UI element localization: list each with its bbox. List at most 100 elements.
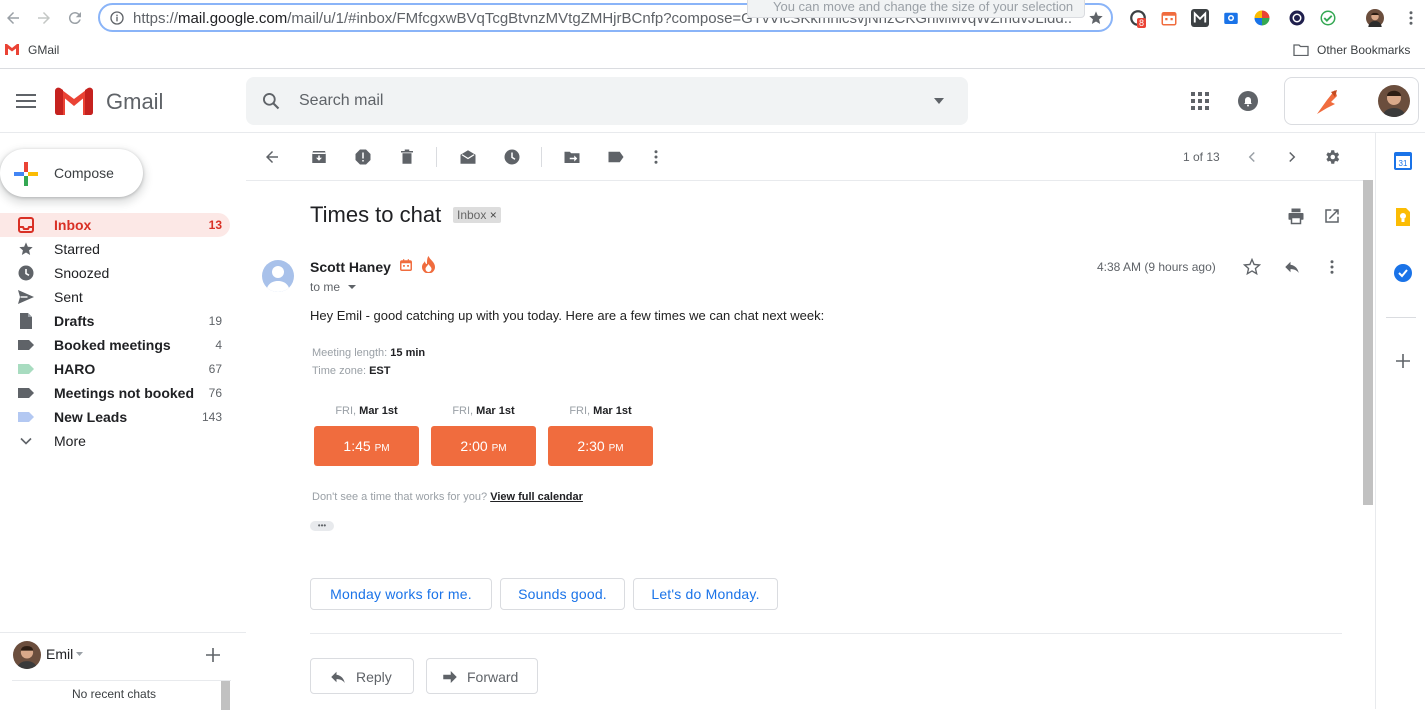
more-options-icon[interactable]	[647, 148, 665, 166]
chat-status-dropdown-icon[interactable]	[76, 652, 83, 656]
open-new-window-icon[interactable]	[1323, 207, 1341, 225]
search-options-icon[interactable]	[934, 98, 944, 104]
view-full-calendar-link[interactable]: View full calendar	[490, 491, 583, 503]
sidebar-item-more[interactable]: More	[0, 429, 230, 453]
move-to-icon[interactable]	[563, 148, 581, 166]
app-name[interactable]: Gmail	[106, 89, 163, 115]
calendar-prompt-row: Don't see a time that works for you? Vie…	[312, 491, 583, 503]
folder-icon	[1293, 43, 1309, 56]
bookmark-gmail[interactable]: GMail	[28, 43, 59, 57]
forward-arrow-icon[interactable]	[35, 9, 53, 27]
sidebar-item-label: New Leads	[54, 409, 128, 425]
account-switcher[interactable]	[1284, 77, 1419, 125]
reload-icon[interactable]	[66, 9, 84, 27]
pagination-text: 1 of 13	[1183, 150, 1220, 164]
account-avatar[interactable]	[1378, 85, 1410, 117]
compose-plus-icon	[14, 162, 38, 186]
archive-icon[interactable]	[310, 148, 328, 166]
slot-time: 1:45	[343, 438, 371, 454]
meeting-length-row: Meeting length: 15 min	[312, 347, 425, 359]
recipient-details-icon[interactable]	[348, 285, 356, 289]
mark-unread-icon[interactable]	[459, 148, 477, 166]
sidebar-item-label: Starred	[54, 241, 100, 257]
chat-avatar[interactable]	[13, 641, 41, 669]
star-outline-icon[interactable]	[1243, 258, 1261, 276]
back-arrow-icon[interactable]	[4, 9, 22, 27]
dark-circle-extension-icon[interactable]	[1288, 9, 1306, 27]
time-slot-button[interactable]: 2:30 PM	[548, 426, 653, 466]
remove-label-icon[interactable]: ×	[490, 208, 497, 222]
info-icon[interactable]	[109, 10, 125, 26]
sidebar-item-meetings-not-booked[interactable]: Meetings not booked 76	[0, 381, 230, 405]
print-icon[interactable]	[1287, 207, 1305, 225]
back-to-inbox-icon[interactable]	[263, 148, 281, 166]
star-icon	[18, 241, 34, 257]
older-chevron-icon[interactable]	[1283, 148, 1301, 166]
search-box[interactable]: Search mail	[246, 77, 968, 125]
forward-button[interactable]: Forward	[426, 658, 538, 694]
check-extension-icon[interactable]	[1319, 9, 1337, 27]
extension-icon[interactable]: 8	[1129, 9, 1147, 28]
color-wheel-extension-icon[interactable]	[1253, 9, 1271, 27]
label-icon	[18, 361, 34, 377]
sidebar-item-inbox[interactable]: Inbox 13	[0, 213, 230, 237]
apps-grid-icon[interactable]	[1190, 91, 1210, 111]
show-trimmed-content-button[interactable]: •••	[310, 521, 334, 531]
screenshot-extension-icon[interactable]	[1222, 9, 1240, 27]
browser-menu-icon[interactable]	[1402, 9, 1420, 27]
settings-gear-icon[interactable]	[1323, 148, 1341, 166]
sidebar-item-snoozed[interactable]: Snoozed	[0, 261, 230, 285]
message-more-icon[interactable]	[1323, 258, 1341, 276]
sidebar-item-haro[interactable]: HARO 67	[0, 357, 230, 381]
new-chat-plus-icon[interactable]	[206, 648, 220, 662]
slot-date: FRI, Mar 1st	[314, 405, 419, 417]
smart-reply-button[interactable]: Sounds good.	[500, 578, 625, 610]
search-icon[interactable]	[261, 91, 281, 111]
newer-chevron-icon[interactable]	[1243, 148, 1261, 166]
calendar-extension-icon[interactable]	[1160, 9, 1178, 27]
search-input[interactable]: Search mail	[299, 92, 383, 110]
reply-button[interactable]: Reply	[310, 658, 414, 694]
sidebar-item-new-leads[interactable]: New Leads 143	[0, 405, 230, 429]
other-bookmarks[interactable]: Other Bookmarks	[1317, 43, 1410, 57]
gmail-logo-icon[interactable]	[55, 87, 93, 115]
sidebar-item-count: 4	[215, 338, 222, 352]
smart-reply-button[interactable]: Let's do Monday.	[633, 578, 778, 610]
message-time[interactable]: 4:38 AM (9 hours ago)	[1097, 260, 1216, 274]
main-menu-icon[interactable]	[16, 93, 36, 109]
inbox-label-chip[interactable]: Inbox ×	[453, 207, 501, 223]
sidebar-item-starred[interactable]: Starred	[0, 237, 230, 261]
calendar-addon-icon[interactable]: 31	[1394, 152, 1412, 170]
recipient-text[interactable]: to me	[310, 280, 340, 294]
smart-reply-button[interactable]: Monday works for me.	[310, 578, 492, 610]
inbox-icon	[18, 217, 34, 233]
no-recent-chats: No recent chats	[72, 687, 157, 701]
time-slot-button[interactable]: 2:00 PM	[431, 426, 536, 466]
time-slot-button[interactable]: 1:45 PM	[314, 426, 419, 466]
mixmax-extension-icon[interactable]	[1191, 9, 1209, 27]
delete-icon[interactable]	[398, 148, 416, 166]
main-scrollbar[interactable]	[1363, 180, 1373, 505]
profile-avatar[interactable]	[1366, 9, 1384, 27]
sidebar-item-booked-meetings[interactable]: Booked meetings 4	[0, 333, 230, 357]
sidebar-item-drafts[interactable]: Drafts 19	[0, 309, 230, 333]
notifications-icon[interactable]	[1238, 91, 1258, 111]
snooze-icon[interactable]	[503, 148, 521, 166]
labels-icon[interactable]	[607, 148, 625, 166]
sidebar-item-sent[interactable]: Sent	[0, 285, 230, 309]
reply-icon[interactable]	[1283, 258, 1301, 276]
chevron-down-icon	[18, 433, 34, 449]
chat-user-name[interactable]: Emil	[46, 646, 73, 662]
sender-name[interactable]: Scott Haney	[310, 259, 391, 275]
chat-scrollbar[interactable]	[221, 681, 230, 710]
slot-weekday: FRI,	[569, 405, 591, 417]
keep-addon-icon[interactable]	[1394, 208, 1412, 226]
report-spam-icon[interactable]	[354, 148, 372, 166]
sender-avatar[interactable]	[262, 260, 294, 292]
selection-tooltip: You can move and change the size of your…	[747, 0, 1085, 18]
get-addons-plus-icon[interactable]	[1396, 354, 1410, 368]
sidebar-item-count: 19	[208, 314, 222, 328]
bookmark-star-icon[interactable]	[1088, 10, 1104, 26]
compose-button[interactable]: Compose	[0, 149, 143, 197]
tasks-addon-icon[interactable]	[1394, 264, 1412, 282]
